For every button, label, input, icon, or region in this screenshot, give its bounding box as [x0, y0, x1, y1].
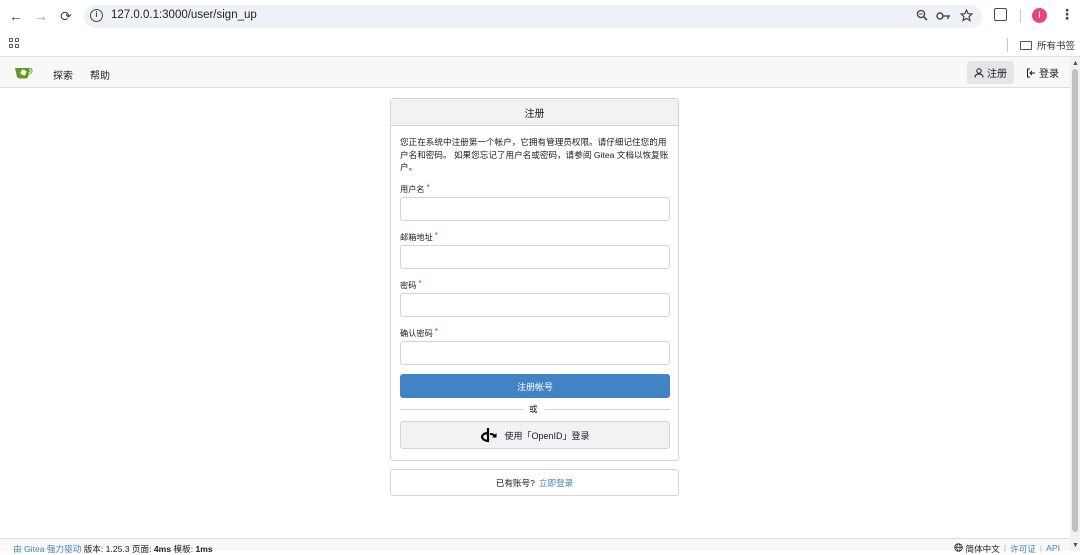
footer-separator: | — [1003, 543, 1007, 553]
all-bookmarks-button[interactable]: 所有书签 — [1020, 38, 1075, 52]
version-text: 版本: 1.25.3 页面: — [83, 544, 152, 554]
signup-title: 注册 — [391, 99, 678, 126]
sign-in-icon — [1027, 68, 1035, 77]
nav-login-label: 登录 — [1039, 69, 1059, 80]
gitea-logo-icon[interactable] — [14, 66, 34, 79]
page-scrollbar[interactable]: ▲ ▼ — [1070, 57, 1080, 551]
bookmarks-bar: 所有书签 — [0, 33, 1080, 57]
existing-account-box: 已有账号? 立即登录 — [390, 469, 679, 496]
admin-notice: 您正在系统中注册第一个帐户，它拥有管理员权限。请仔细记住您的用户名和密码。 如果… — [400, 137, 669, 172]
back-icon[interactable]: ← — [6, 6, 26, 26]
nav-register-label: 注册 — [987, 69, 1007, 80]
signup-card: 注册 您正在系统中注册第一个帐户，它拥有管理员权限。请仔细记住您的用户名和密码。… — [390, 98, 679, 461]
required-mark: * — [434, 231, 438, 240]
template-time: 1ms — [195, 544, 213, 554]
login-now-link[interactable]: 立即登录 — [539, 477, 573, 489]
extensions-icon[interactable] — [994, 8, 1007, 21]
required-mark: * — [434, 327, 438, 336]
password-label: 密码 * — [400, 279, 422, 290]
email-label: 邮箱地址 * — [400, 231, 438, 242]
password-input[interactable] — [400, 293, 670, 317]
page-footer: 由 Gitea 强力驱动 版本: 1.25.3 页面: 4ms 模板: 1ms … — [0, 538, 1070, 554]
or-divider: 或 — [529, 404, 538, 414]
page-time: 4ms — [153, 544, 172, 554]
footer-info: 由 Gitea 强力驱动 版本: 1.25.3 页面: 4ms 模板: 1ms — [13, 543, 213, 555]
nav-help[interactable]: 帮助 — [90, 67, 110, 82]
language-selector[interactable]: 简体中文 — [954, 543, 1000, 555]
user-icon — [974, 67, 984, 78]
email-input[interactable] — [400, 245, 670, 269]
zoom-icon[interactable] — [916, 9, 928, 21]
star-icon[interactable] — [960, 9, 973, 22]
menu-icon[interactable]: ⋮ — [1060, 6, 1074, 23]
confirm-password-label: 确认密码 * — [400, 327, 438, 338]
powered-by-link[interactable]: 由 Gitea 强力驱动 — [13, 544, 81, 554]
toolbar-separator — [1020, 9, 1021, 23]
browser-toolbar: ← → ⟳ i 127.0.0.1:3000/user/sign_up I ⋮ — [0, 0, 1080, 33]
forward-icon[interactable]: → — [31, 6, 51, 26]
required-mark: * — [426, 183, 430, 192]
confirm-password-input[interactable] — [400, 341, 670, 365]
divider-right — [545, 409, 670, 410]
openid-login-label: 使用「OpenID」登录 — [504, 430, 590, 441]
existing-account-text: 已有账号? — [495, 477, 535, 488]
footer-separator: | — [1039, 543, 1043, 553]
required-mark: * — [418, 279, 422, 288]
username-label: 用户名 * — [400, 183, 430, 194]
footer-links: 简体中文 | 许可证 | API — [954, 543, 1060, 555]
username-input[interactable] — [400, 197, 670, 221]
scroll-up-icon[interactable]: ▲ — [1072, 60, 1079, 67]
folder-icon — [1020, 40, 1032, 50]
apps-grid-icon[interactable] — [9, 38, 19, 48]
register-submit-button[interactable]: 注册帐号 — [400, 374, 670, 398]
all-bookmarks-label: 所有书签 — [1037, 41, 1076, 52]
nav-register-button[interactable]: 注册 — [967, 61, 1014, 84]
key-icon[interactable] — [936, 11, 951, 21]
template-label: 模板: — [173, 544, 194, 554]
license-link[interactable]: 许可证 — [1010, 543, 1036, 555]
bookmarks-separator — [1007, 38, 1008, 52]
nav-login-button[interactable]: 登录 — [1019, 61, 1066, 84]
nav-explore[interactable]: 探索 — [53, 67, 73, 82]
scroll-down-icon[interactable]: ▼ — [1072, 542, 1079, 549]
scroll-thumb[interactable] — [1072, 69, 1078, 532]
divider-left — [400, 409, 524, 410]
language-label: 简体中文 — [965, 544, 1000, 554]
site-info-icon[interactable]: i — [90, 9, 103, 22]
url-text[interactable]: 127.0.0.1:3000/user/sign_up — [111, 9, 257, 21]
reload-icon[interactable]: ⟳ — [56, 6, 76, 26]
openid-login-button[interactable]: 使用「OpenID」登录 — [400, 421, 670, 449]
address-bar[interactable]: i 127.0.0.1:3000/user/sign_up — [84, 5, 982, 28]
profile-avatar[interactable]: I — [1032, 8, 1047, 23]
openid-icon — [481, 428, 497, 443]
site-navbar: 探索 帮助 注册 登录 — [0, 57, 1070, 88]
api-link[interactable]: API — [1046, 543, 1060, 555]
